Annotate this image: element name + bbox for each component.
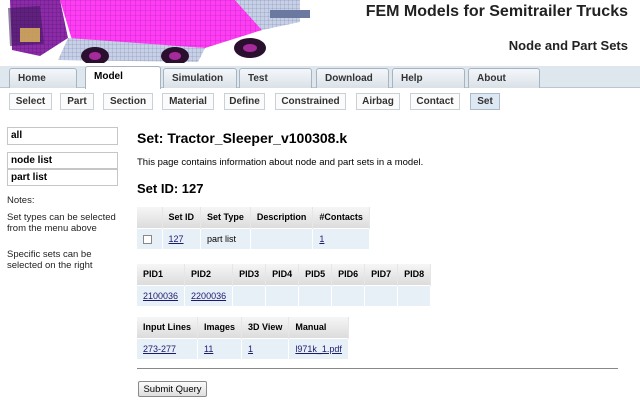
manual-link[interactable]: l971k_1.pdf (295, 344, 342, 354)
tab-download[interactable]: Download (316, 68, 389, 88)
pid2-link[interactable]: 2200036 (191, 291, 226, 301)
row-checkbox[interactable] (143, 234, 152, 244)
subtab-part[interactable]: Part (60, 93, 94, 110)
col-header-images: Images (197, 317, 243, 338)
row-select-cell (137, 227, 163, 249)
pid1-cell: 2100036 (137, 284, 186, 306)
subtab-define[interactable]: Define (224, 93, 265, 110)
notes-heading: Notes: (7, 195, 35, 206)
table-header-row: Input Lines Images 3D View Manual (137, 317, 349, 338)
subtab-material[interactable]: Material (162, 93, 214, 110)
pid5-cell (298, 284, 333, 306)
contacts-cell: 1 (312, 227, 370, 249)
subtab-constrained[interactable]: Constrained (275, 93, 346, 110)
col-header-pid3: PID3 (232, 264, 267, 285)
tab-about[interactable]: About (468, 68, 540, 88)
col-header-pid5: PID5 (298, 264, 333, 285)
tab-help[interactable]: Help (392, 68, 465, 88)
divider (137, 368, 618, 369)
table-header-row: PID1 PID2 PID3 PID4 PID5 PID6 PID7 PID8 (137, 264, 432, 285)
table-header-row: Set ID Set Type Description #Contacts (137, 207, 370, 228)
set-id-heading: Set ID: 127 (137, 181, 204, 196)
col-header-select (137, 207, 163, 228)
pid4-cell (265, 284, 300, 306)
note-set-types: Set types can be selected from the menu … (7, 212, 116, 234)
set-type-cell: part list (200, 227, 251, 249)
tab-simulation[interactable]: Simulation (163, 68, 237, 88)
col-header-pid4: PID4 (265, 264, 300, 285)
3d-view-cell: 1 (241, 337, 290, 359)
subtab-select[interactable]: Select (9, 93, 52, 110)
col-header-pid8: PID8 (397, 264, 432, 285)
pid1-link[interactable]: 2100036 (143, 291, 178, 301)
col-header-set-id: Set ID (162, 207, 202, 228)
tab-home[interactable]: Home (9, 68, 77, 88)
col-header-pid2: PID2 (184, 264, 234, 285)
sub-nav: Select Part Section Material Define Cons… (0, 89, 640, 115)
page-header: FEM Models for Semitrailer Trucks Node a… (0, 0, 640, 67)
col-header-3d-view: 3D View (241, 317, 290, 338)
site-title: FEM Models for Semitrailer Trucks (365, 3, 628, 20)
tab-model[interactable]: Model (85, 66, 161, 89)
col-header-pid1: PID1 (137, 264, 186, 285)
pid8-cell (397, 284, 432, 306)
table-row: 273-277 11 1 l971k_1.pdf (137, 337, 349, 359)
col-header-pid6: PID6 (331, 264, 366, 285)
subtab-set[interactable]: Set (470, 93, 500, 110)
contacts-link[interactable]: 1 (319, 234, 324, 244)
input-lines-cell: 273-277 (137, 337, 198, 359)
page-subtitle: Node and Part Sets (508, 38, 628, 53)
table-row: 127 part list 1 (137, 227, 370, 249)
3d-view-link[interactable]: 1 (248, 344, 253, 354)
manual-cell: l971k_1.pdf (288, 337, 349, 359)
col-header-description: Description (250, 207, 314, 228)
images-link[interactable]: 11 (204, 344, 213, 354)
sidebar-item-node-list[interactable]: node list (7, 152, 118, 169)
pid2-cell: 2200036 (184, 284, 234, 306)
table-row: 2100036 2200036 (137, 284, 432, 306)
note-specific-sets: Specific sets can be selected on the rig… (7, 249, 93, 271)
pid6-cell (331, 284, 366, 306)
images-cell: 11 (197, 337, 243, 359)
col-header-set-type: Set Type (200, 207, 251, 228)
main-tab-bar: Home Model Simulation Test Download Help… (0, 66, 640, 89)
pid7-cell (364, 284, 399, 306)
subtab-section[interactable]: Section (103, 93, 153, 110)
set-id-cell: 127 (162, 227, 202, 249)
pid-table: PID1 PID2 PID3 PID4 PID5 PID6 PID7 PID8 … (137, 264, 432, 306)
submit-query-button[interactable]: Submit Query (138, 381, 207, 397)
col-header-input-lines: Input Lines (137, 317, 198, 338)
pid3-cell (232, 284, 267, 306)
page-title: Set: Tractor_Sleeper_v100308.k (137, 130, 348, 146)
subtab-contact[interactable]: Contact (410, 93, 460, 110)
description-cell (250, 227, 314, 249)
intro-text: This page contains information about nod… (137, 157, 424, 168)
set-id-link[interactable]: 127 (169, 234, 184, 244)
input-lines-link[interactable]: 273-277 (143, 344, 176, 354)
subtab-airbag[interactable]: Airbag (356, 93, 400, 110)
tab-test[interactable]: Test (239, 68, 312, 88)
truck-fem-mesh-image (0, 0, 315, 63)
set-summary-table: Set ID Set Type Description #Contacts 12… (137, 207, 370, 249)
model-info-table: Input Lines Images 3D View Manual 273-27… (137, 317, 349, 359)
sidebar-item-part-list[interactable]: part list (7, 169, 118, 186)
col-header-manual: Manual (288, 317, 349, 338)
col-header-contacts: #Contacts (312, 207, 370, 228)
col-header-pid7: PID7 (364, 264, 399, 285)
set-filter-field[interactable]: all (7, 127, 118, 145)
